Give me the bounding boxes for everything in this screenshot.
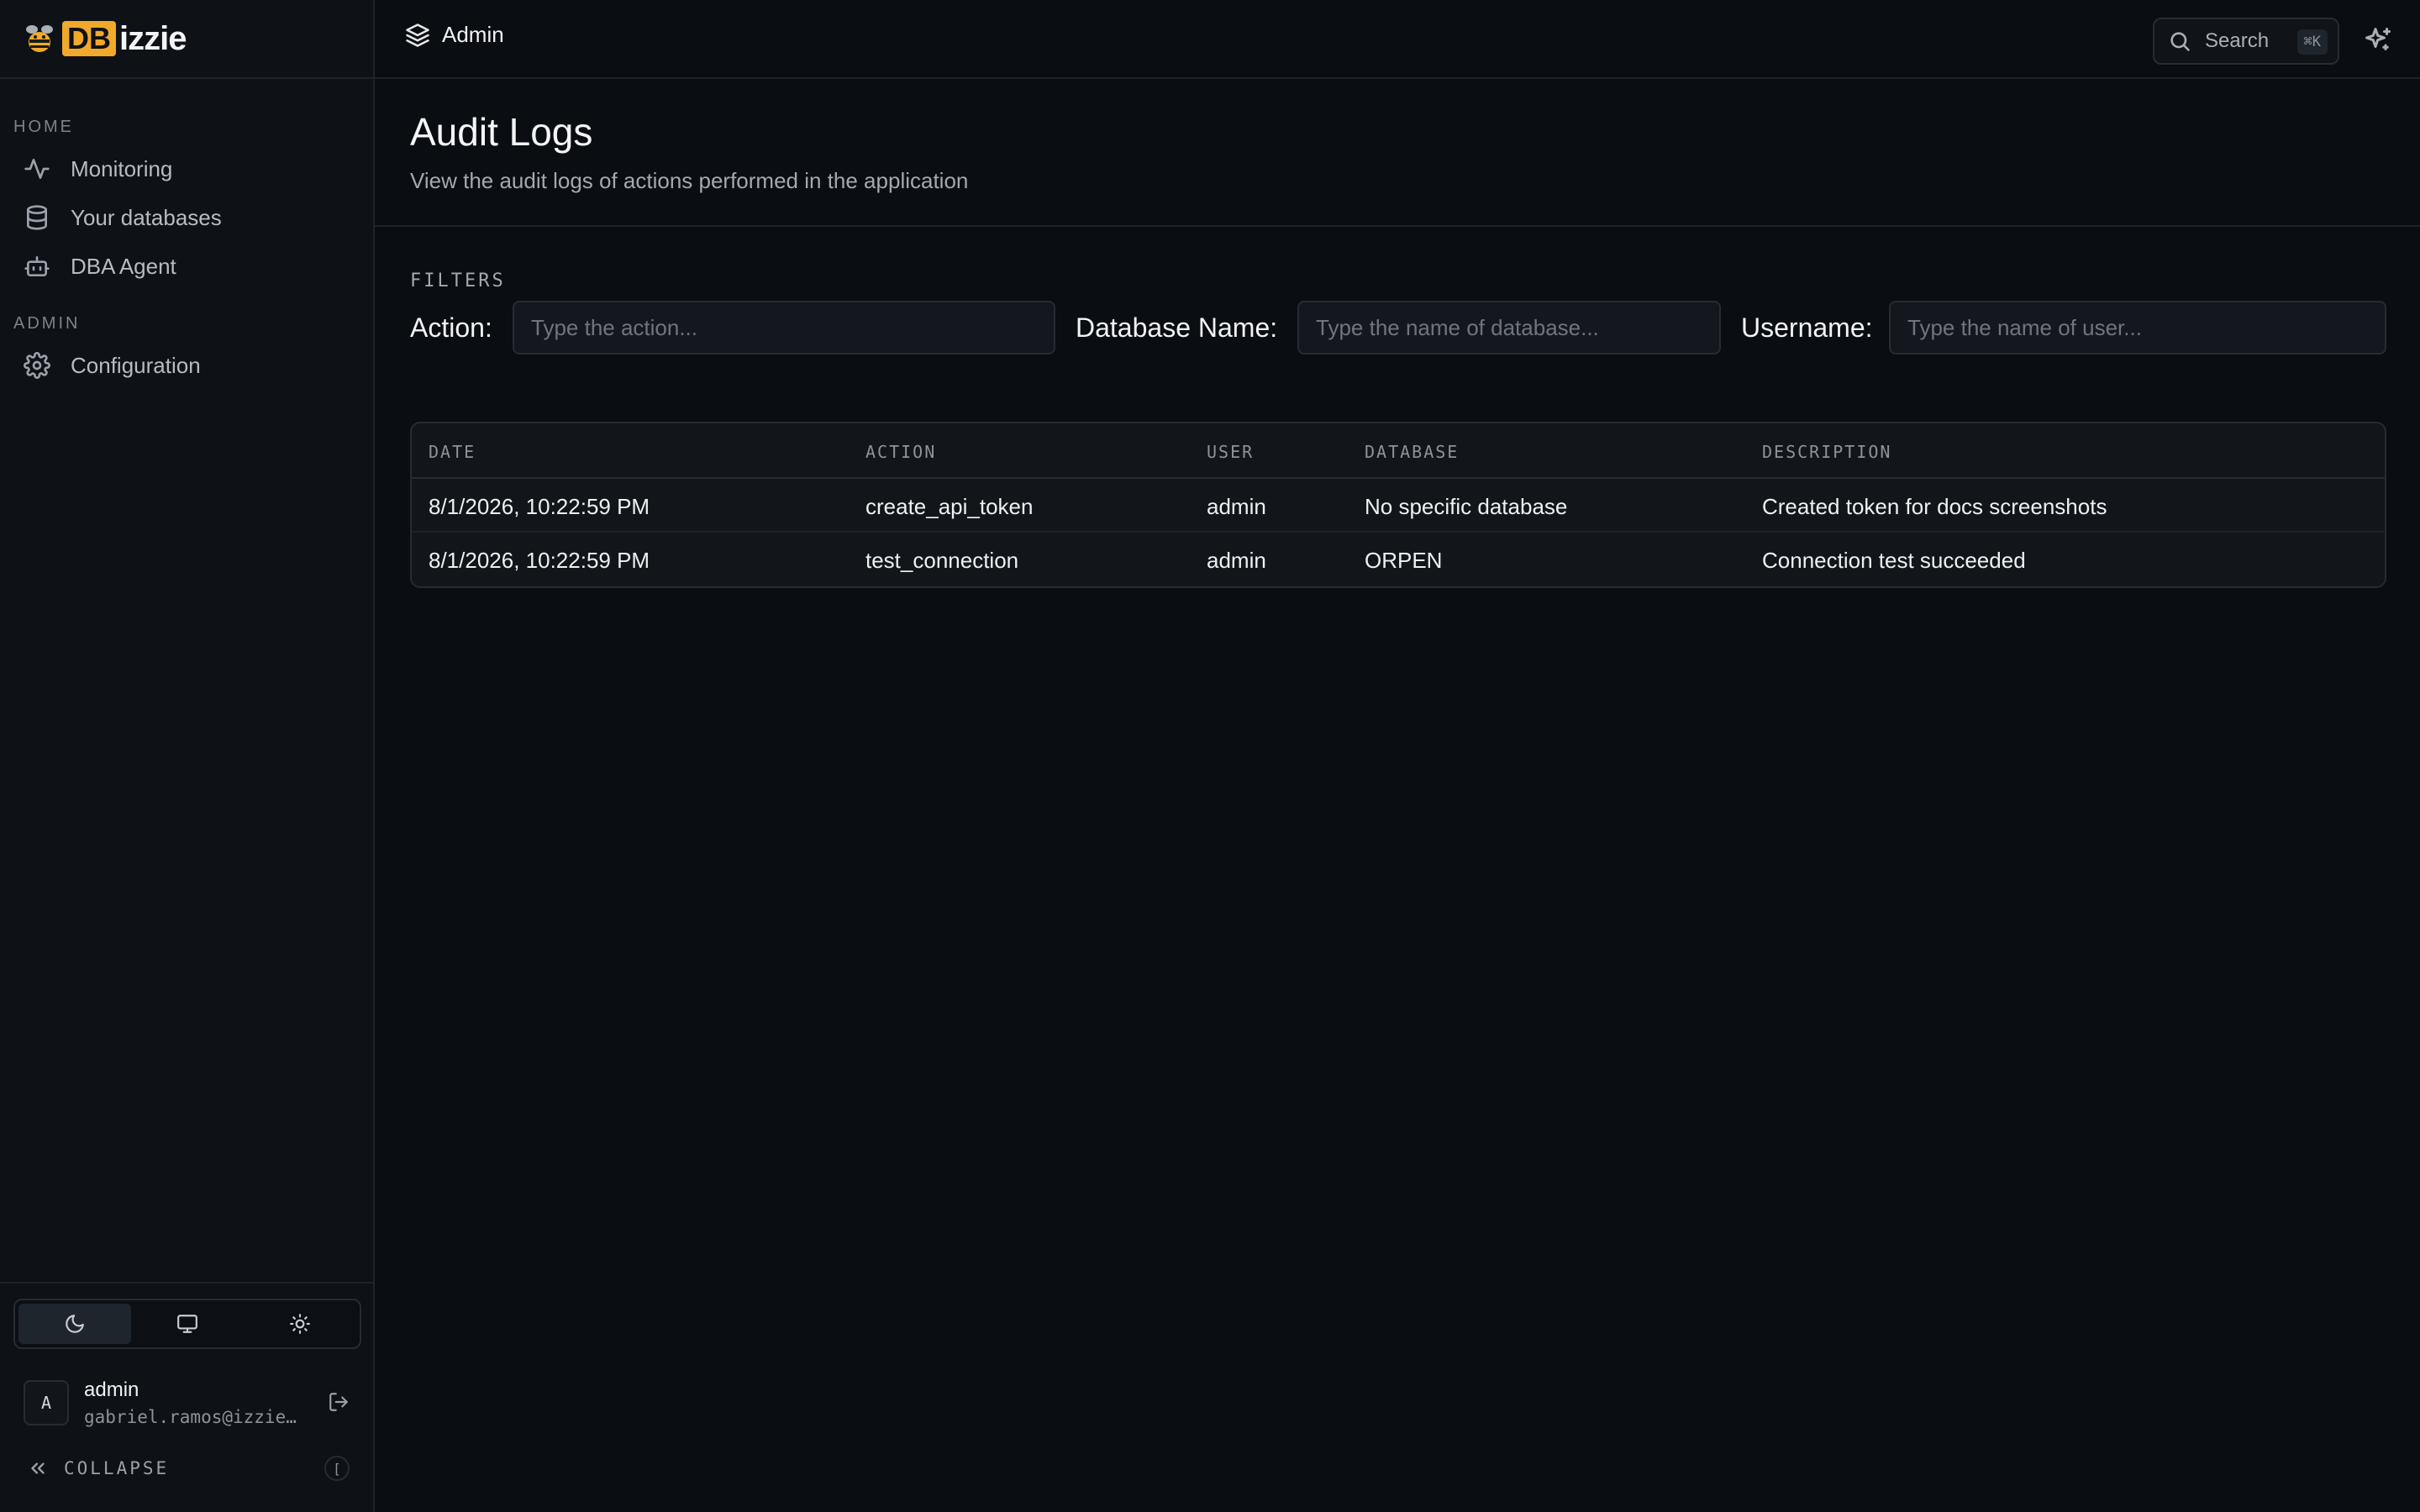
cell-database: ORPEN — [1365, 548, 1443, 573]
sidebar-item-databases[interactable]: Your databases — [0, 193, 373, 242]
avatar[interactable]: A — [24, 1380, 69, 1425]
sidebar-item-dba-agent[interactable]: DBA Agent — [0, 242, 373, 291]
cell-description: Connection test succeeded — [1762, 548, 2026, 573]
theme-system-button[interactable] — [131, 1304, 244, 1344]
activity-icon — [24, 159, 50, 179]
sun-icon — [290, 1314, 310, 1334]
column-header-date[interactable]: DATE — [429, 442, 476, 462]
cell-description: Created token for docs screenshots — [1762, 494, 2107, 519]
cell-date: 8/1/2026, 10:22:59 PM — [429, 548, 650, 573]
column-header-description[interactable]: DESCRIPTION — [1762, 442, 1891, 462]
table-header: DATE ACTION USER DATABASE DESCRIPTION — [412, 423, 2385, 479]
moon-icon — [66, 1315, 84, 1333]
logout-icon — [329, 1393, 348, 1411]
search-label: Search — [2205, 29, 2270, 52]
logo-text: izzie — [119, 19, 187, 57]
username-filter-input[interactable] — [1889, 301, 2386, 354]
chevrons-left-icon — [31, 1462, 45, 1474]
nav-section-admin: ADMIN — [0, 314, 80, 333]
sidebar-item-label: DBA Agent — [71, 253, 176, 279]
column-header-database[interactable]: DATABASE — [1365, 442, 1459, 462]
page-header: Audit Logs View the audit logs of action… — [375, 79, 2420, 227]
table-row[interactable]: 8/1/2026, 10:22:59 PM create_api_token a… — [412, 479, 2385, 533]
cell-user: admin — [1207, 548, 1266, 573]
monitor-icon — [177, 1315, 197, 1333]
section-label-admin: ADMIN — [13, 314, 81, 333]
breadcrumb[interactable]: Admin — [405, 22, 504, 48]
database-filter-input[interactable] — [1297, 301, 1721, 354]
breadcrumb-label: Admin — [442, 22, 504, 47]
sidebar-item-label: Configuration — [71, 352, 201, 378]
cell-user: admin — [1207, 494, 1266, 519]
cell-action: create_api_token — [865, 494, 1034, 519]
top-bar: Admin Search ⌘K — [375, 0, 2420, 79]
table-row[interactable]: 8/1/2026, 10:22:59 PM test_connection ad… — [412, 533, 2385, 586]
column-header-user[interactable]: USER — [1207, 442, 1254, 462]
audit-log-table: DATE ACTION USER DATABASE DESCRIPTION 8/… — [410, 422, 2386, 588]
search-shortcut: ⌘K — [2296, 29, 2328, 55]
layers-icon — [406, 23, 429, 47]
section-label-home: HOME — [13, 118, 74, 136]
collapse-label: COLLAPSE — [64, 1458, 170, 1478]
database-icon — [27, 205, 47, 230]
sidebar: DB izzie HOME Monitoring Your databases … — [0, 0, 375, 1512]
nav-list-home: Monitoring Your databases DBA Agent — [0, 144, 373, 291]
action-filter-label: Action: — [410, 312, 492, 343]
username-filter-label: Username: — [1741, 312, 1873, 343]
logo-badge: DB — [62, 21, 116, 56]
logout-button[interactable] — [328, 1391, 351, 1415]
bee-icon — [26, 25, 53, 52]
theme-light-button[interactable] — [244, 1304, 356, 1344]
nav-section-home: HOME — [0, 118, 74, 137]
sidebar-item-monitoring[interactable]: Monitoring — [0, 144, 373, 193]
app-logo[interactable]: DB izzie — [20, 19, 187, 58]
collapse-button[interactable]: COLLAPSE [ — [27, 1452, 350, 1485]
user-name: admin — [84, 1378, 139, 1401]
user-email: gabriel.ramos@izzie… — [84, 1407, 297, 1427]
filters-heading: FILTERS — [410, 270, 506, 291]
gear-icon — [24, 352, 50, 379]
cell-action: test_connection — [865, 548, 1019, 573]
cell-date: 8/1/2026, 10:22:59 PM — [429, 494, 650, 519]
theme-switcher — [13, 1299, 361, 1349]
user-info: admin gabriel.ramos@izzie… — [84, 1378, 311, 1427]
bot-icon — [24, 256, 50, 276]
logo-bar: DB izzie — [0, 0, 373, 79]
search-icon — [2170, 32, 2190, 51]
page-subtitle: View the audit logs of actions performed… — [410, 168, 969, 193]
column-header-action[interactable]: ACTION — [865, 442, 936, 462]
ai-assistant-button[interactable] — [2363, 25, 2393, 55]
cell-database: No specific database — [1365, 494, 1568, 519]
sidebar-item-label: Your databases — [71, 204, 222, 230]
sidebar-footer: A admin gabriel.ramos@izzie… COLLAPSE [ — [0, 1282, 373, 1512]
database-filter-label: Database Name: — [1076, 312, 1278, 343]
sidebar-item-label: Monitoring — [71, 155, 173, 181]
page-title: Audit Logs — [410, 110, 593, 154]
user-profile: A admin gabriel.ramos@izzie… — [24, 1378, 351, 1428]
sparkles-icon — [2365, 28, 2391, 50]
action-filter-input[interactable] — [513, 301, 1055, 354]
search-button[interactable]: Search ⌘K — [2153, 18, 2339, 65]
theme-dark-button[interactable] — [18, 1304, 131, 1344]
collapse-shortcut: [ — [324, 1456, 350, 1481]
nav-list-admin: Configuration — [0, 341, 373, 390]
sidebar-item-configuration[interactable]: Configuration — [0, 341, 373, 390]
filter-bar: Action: Database Name: Username: — [410, 301, 2386, 354]
